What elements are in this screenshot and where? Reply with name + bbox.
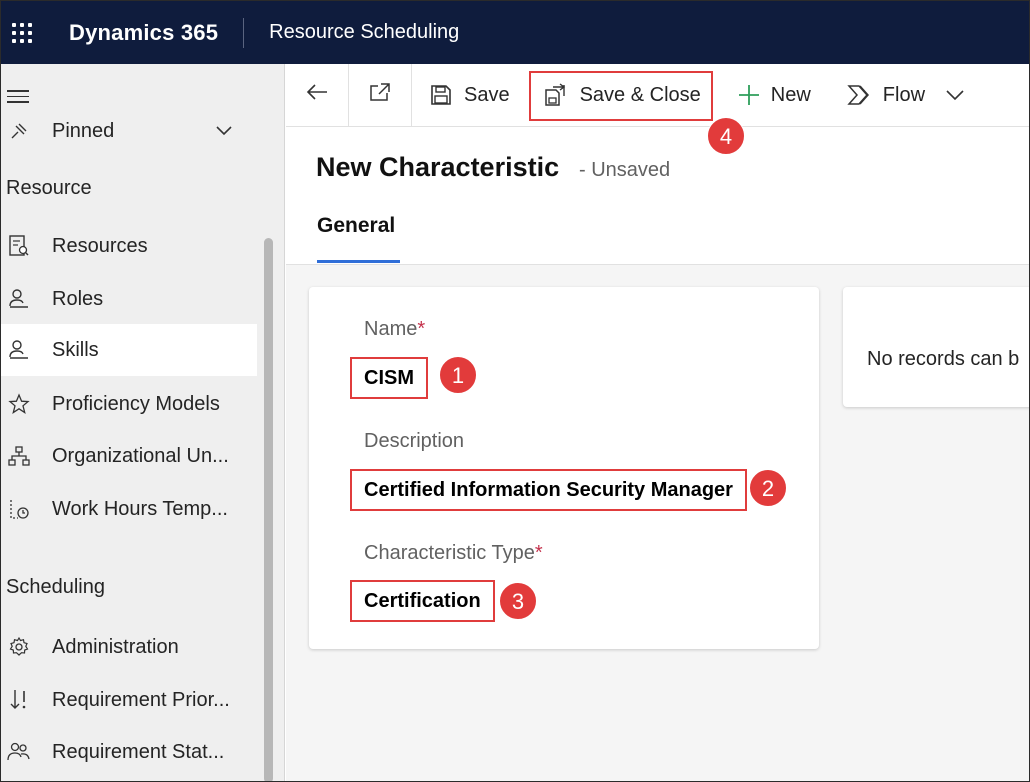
- sidebar-item-label: Pinned: [52, 119, 115, 142]
- flow-icon: [847, 84, 873, 106]
- form-status: - Unsaved: [579, 159, 671, 181]
- sidebar-item-skills[interactable]: Skills: [1, 324, 257, 376]
- sidebar: Pinned Resource Resources Roles Skills P…: [1, 64, 285, 781]
- general-card: Name* CISM 1 Description Certified Infor…: [309, 287, 819, 649]
- sidebar-item-label: Resources: [52, 234, 148, 257]
- tab-general[interactable]: General: [317, 214, 395, 238]
- new-label: New: [770, 83, 811, 106]
- name-field[interactable]: CISM: [350, 357, 428, 399]
- sidebar-item-label: Skills: [52, 338, 99, 361]
- people-status-icon: [6, 741, 32, 763]
- save-label: Save: [464, 83, 510, 106]
- sidebar-scrollbar[interactable]: [264, 238, 273, 781]
- back-button[interactable]: [286, 64, 348, 127]
- star-icon: [6, 393, 32, 415]
- sidebar-item-label: Requirement Stat...: [52, 740, 225, 763]
- sidebar-item-requirement-priorities[interactable]: Requirement Prior...: [1, 674, 257, 726]
- sidebar-group-resource: Resource: [6, 177, 92, 199]
- save-icon: [430, 84, 452, 106]
- command-divider: [411, 63, 412, 127]
- sidebar-item-label: Work Hours Temp...: [52, 497, 228, 520]
- app-name[interactable]: Resource Scheduling: [269, 21, 459, 44]
- sidebar-item-label: Organizational Un...: [52, 444, 229, 467]
- top-bar: Dynamics 365 Resource Scheduling: [1, 1, 1029, 64]
- step-badge-3: 3: [499, 582, 537, 620]
- sidebar-item-label: Requirement Prior...: [52, 688, 230, 711]
- sort-priority-icon: [6, 688, 32, 712]
- hamburger-menu-icon[interactable]: [7, 90, 29, 103]
- flow-button[interactable]: Flow: [847, 64, 925, 127]
- sidebar-item-resources[interactable]: Resources: [1, 220, 257, 272]
- flow-dropdown-button[interactable]: [945, 64, 965, 127]
- org-chart-icon: [6, 445, 32, 467]
- app-window: Dynamics 365 Resource Scheduling Pinned …: [0, 0, 1030, 782]
- arrow-left-icon: [305, 82, 329, 108]
- sidebar-group-scheduling: Scheduling: [6, 576, 105, 598]
- chevron-down-icon[interactable]: [215, 124, 233, 142]
- plus-icon: [737, 83, 761, 107]
- chevron-down-icon: [945, 89, 965, 101]
- sidebar-item-label: Administration: [52, 635, 179, 658]
- sidebar-item-work-hours-templates[interactable]: Work Hours Temp...: [1, 483, 257, 535]
- save-button[interactable]: Save: [430, 64, 510, 127]
- step-badge-1: 1: [439, 356, 477, 394]
- form-title: New Characteristic: [316, 152, 560, 182]
- roles-icon: [6, 288, 32, 310]
- no-records-text: No records can b: [867, 348, 1020, 370]
- characteristic-type-label: Characteristic Type*: [364, 542, 543, 564]
- flow-label: Flow: [882, 83, 926, 106]
- pin-icon: [6, 121, 32, 141]
- name-label: Name*: [364, 318, 426, 340]
- calendar-clock-icon: [6, 497, 32, 521]
- waffle-icon: [12, 22, 32, 43]
- step-badge-2: 2: [749, 469, 787, 507]
- sidebar-item-label: Proficiency Models: [52, 392, 220, 415]
- sidebar-item-administration[interactable]: Administration: [1, 621, 257, 673]
- open-in-new-window-button[interactable]: [349, 64, 411, 127]
- sidebar-item-label: Roles: [52, 287, 104, 310]
- sidebar-item-organizational-units[interactable]: Organizational Un...: [1, 430, 257, 482]
- description-label: Description: [364, 430, 465, 452]
- topbar-divider: [243, 17, 245, 48]
- tab-active-indicator: [317, 260, 400, 263]
- required-mark: *: [534, 542, 543, 564]
- description-field[interactable]: Certified Information Security Manager: [350, 469, 747, 511]
- required-mark: *: [417, 318, 426, 340]
- sidebar-item-proficiency-models[interactable]: Proficiency Models: [1, 378, 257, 430]
- open-in-new-window-icon: [368, 81, 392, 109]
- save-and-close-highlight: [529, 71, 713, 121]
- skills-icon: [6, 339, 32, 361]
- brand-title[interactable]: Dynamics 365: [69, 20, 218, 46]
- sidebar-item-roles[interactable]: Roles: [1, 273, 257, 325]
- side-panel-card: No records can b: [843, 287, 1029, 407]
- gear-icon: [6, 636, 32, 658]
- sidebar-item-requirement-statuses[interactable]: Requirement Stat...: [1, 726, 257, 778]
- app-launcher-button[interactable]: [1, 1, 43, 64]
- resources-icon: [6, 234, 32, 258]
- characteristic-type-field[interactable]: Certification: [350, 580, 495, 622]
- new-button[interactable]: New: [737, 64, 811, 127]
- step-badge-4: 4: [707, 117, 745, 155]
